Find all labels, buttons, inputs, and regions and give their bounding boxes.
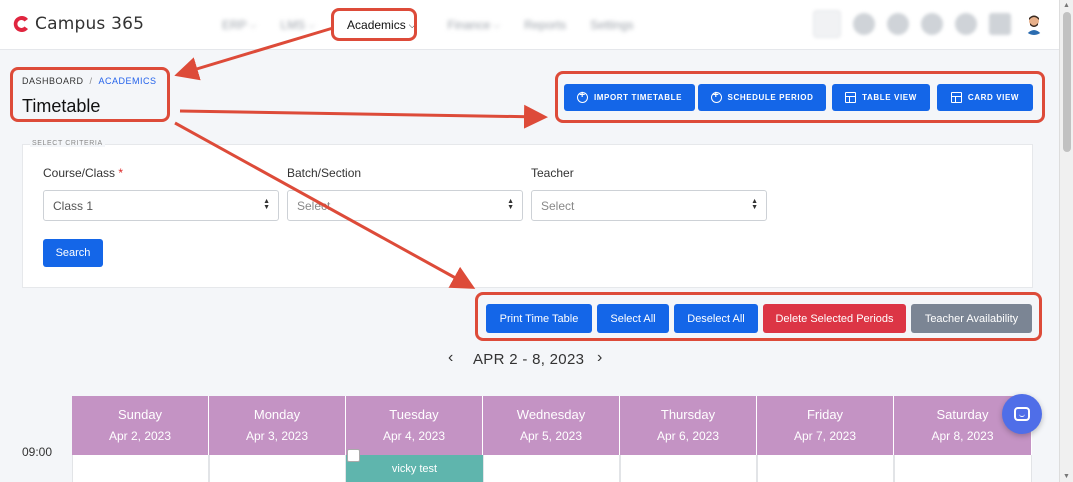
nav-item-lms[interactable]: LMS ⌵ [269,18,328,32]
campus-logo-icon [12,14,32,34]
top-icons [813,10,1045,38]
week-calendar: Sunday Apr 2, 2023 Monday Apr 3, 2023 Tues… [72,396,1032,482]
event-select-checkbox[interactable] [347,449,360,462]
apps-icon[interactable] [989,13,1011,35]
globe-icon[interactable] [853,13,875,35]
select-arrows-icon: ▲ ▼ [751,198,758,211]
avatar[interactable] [1023,13,1045,35]
batch-section-label: Batch/Section [287,166,362,180]
search-icon[interactable] [813,10,841,38]
scroll-down-icon[interactable]: ▼ [1063,473,1070,480]
annotation-box-action-buttons [475,292,1042,341]
notification-icon[interactable] [921,13,943,35]
brand-name: Campus 365 [35,14,145,34]
teacher-select[interactable]: Select ▲ ▼ [531,190,767,221]
main-nav: ERP ⌵ LMS ⌵ Academics ⌵ Finance ⌵ Reports Se… [210,0,645,50]
next-week-icon[interactable]: › [597,349,602,367]
day-header-wednesday: Wednesday Apr 5, 2023 [483,396,620,455]
day-cell[interactable] [72,455,209,482]
criteria-legend: SELECT CRITERIA [30,140,105,147]
select-arrows-icon: ▲ ▼ [507,198,514,211]
course-class-select[interactable]: Class 1 ▲ ▼ [43,190,279,221]
day-cell[interactable] [483,455,620,482]
scroll-up-icon[interactable]: ▲ [1063,2,1070,9]
day-header-monday: Monday Apr 3, 2023 [209,396,346,455]
day-cell[interactable] [894,455,1032,482]
brand-logo[interactable]: Campus 365 [12,14,144,34]
required-mark: * [118,166,124,180]
nav-item-erp[interactable]: ERP ⌵ [210,18,269,32]
annotation-box-header-buttons [555,71,1045,123]
day-header-thursday: Thursday Apr 6, 2023 [620,396,757,455]
top-navbar: Campus 365 ERP ⌵ LMS ⌵ Academics ⌵ Finance ⌵… [0,0,1059,50]
nav-item-settings[interactable]: Settings [578,18,645,32]
day-cell[interactable] [757,455,894,482]
search-button[interactable]: Search [43,239,103,267]
course-class-label: Course/Class * [43,166,124,180]
day-cell[interactable] [209,455,346,482]
nav-item-reports[interactable]: Reports [512,18,578,32]
chat-support-button[interactable] [1002,394,1042,434]
time-slot-label: 09:00 [22,445,53,459]
annotation-box-title [10,67,170,122]
teacher-label: Teacher [531,166,574,180]
scroll-thumb[interactable] [1063,12,1071,152]
annotation-arrow [179,104,548,129]
day-header-tuesday: Tuesday Apr 4, 2023 [346,396,483,455]
select-arrows-icon: ▲ ▼ [263,198,270,211]
page-scrollbar[interactable]: ▲ ▼ [1059,0,1073,482]
annotation-box-academics [331,8,417,41]
help-icon[interactable] [955,13,977,35]
prev-week-icon[interactable]: ‹ [448,349,453,367]
week-range: APR 2 - 8, 2023 [473,351,585,368]
batch-section-select[interactable]: Select ▲ ▼ [287,190,523,221]
timetable-event[interactable]: vicky test [346,455,483,482]
day-header-friday: Friday Apr 7, 2023 [757,396,894,455]
chat-icon [1014,407,1030,421]
day-cell[interactable] [620,455,757,482]
nav-item-finance[interactable]: Finance ⌵ [436,18,513,32]
day-header-sunday: Sunday Apr 2, 2023 [72,396,209,455]
user-status-icon[interactable] [887,13,909,35]
